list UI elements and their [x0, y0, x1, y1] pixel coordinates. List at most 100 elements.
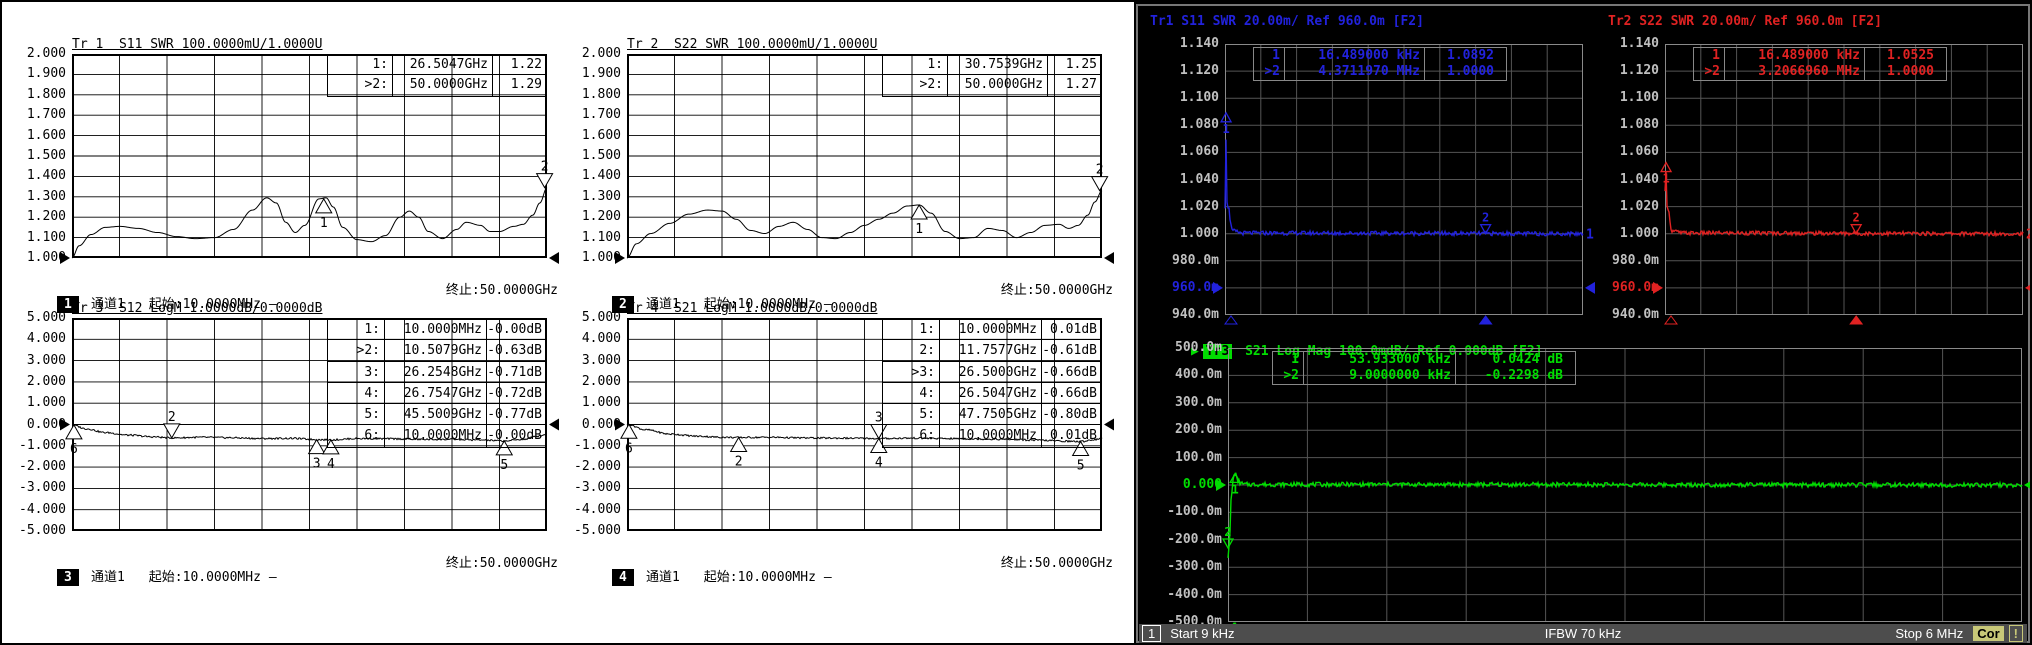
tr1-trace-header[interactable]: Tr1 S11 SWR 20.00m/ Ref 960.0m [F2] [1150, 14, 1424, 29]
y-tick-label: 100.0m [1164, 450, 1222, 466]
y-tick-label: 1.060 [1161, 144, 1219, 160]
y-tick-label: 1.200 [563, 209, 621, 225]
status-bar: 1Start 9 kHz IFBW 70 kHz Stop 6 MHzCor! [1139, 624, 2027, 643]
marker-readout-row: 6:10.0000MHz0.01dB [883, 425, 1101, 446]
status-start: Start 9 kHz [1170, 626, 1234, 641]
y-tick-label: 1.800 [563, 87, 621, 103]
y-tick-label: 1.000 [563, 395, 621, 411]
y-tick-label: 1.100 [1161, 90, 1219, 106]
y-tick-label: -100.0m [1164, 504, 1222, 520]
ref-level-arrow-right [1104, 419, 1114, 431]
y-tick-label: -5.000 [8, 523, 66, 539]
y-tick-label: 1.900 [8, 66, 66, 82]
channel-label: 通道1 [91, 297, 125, 312]
y-tick-label: 940.0m [1601, 307, 1659, 323]
channel-dash: — [269, 297, 277, 312]
marker-readout-row: 2:11.7577GHz-0.61dB [883, 340, 1101, 361]
y-tick-label: 980.0m [1161, 253, 1219, 269]
y-tick-label: 0.000 [8, 417, 66, 433]
chart-rt-tr2-s22: 1.1401.1201.1001.0801.0601.0401.0201.000… [1665, 44, 2023, 315]
y-tick-label: 1.000 [8, 250, 66, 266]
ref-level-arrow-right [1104, 252, 1114, 264]
channel-start: 起始:10.0000MHz [704, 297, 816, 312]
marker-glyph: 2 [731, 437, 747, 469]
y-tick-label: 1.700 [563, 107, 621, 123]
marker-readout-row: >29.0000000 kHz-0.2298 dB [1273, 368, 1575, 384]
analyzer-screen: Tr 1 S11 SWR 100.0000mU/1.0000U 2.000 1.9… [0, 0, 2032, 645]
marker-glyph: 1 [911, 205, 927, 237]
svg-text:3: 3 [313, 457, 321, 472]
y-tick-label: 1.900 [563, 66, 621, 82]
chart-tr3-s12-logm: Tr 3 S12 LogM 1.0000dB/0.0000dB 5.0004.0… [72, 318, 547, 531]
marker-readout: 1:30.7539GHz1.25>2:50.0000GHz1.27 [882, 54, 1102, 97]
chart-rt-tr1-s11: 1.1401.1201.1001.0801.0601.0401.0201.000… [1225, 44, 1583, 315]
y-tick-label: 3.000 [8, 353, 66, 369]
channel-bar-1: 1通道1起始:10.0000MHz—终止:50.0000GHz [10, 278, 558, 298]
svg-text:2: 2 [1482, 211, 1489, 225]
channel-start: 起始:10.0000MHz [704, 570, 816, 585]
y-tick-label: 1.020 [1601, 199, 1659, 215]
marker-readout-row: >23.2066960 MHz1.0000 [1694, 64, 1946, 80]
status-ifbw: IFBW 70 kHz [1545, 624, 1622, 643]
channel-label: 通道1 [646, 297, 680, 312]
marker-readout: 1:10.0000MHz-0.00dB>2:10.5079GHz-0.63dB3… [327, 318, 547, 448]
y-tick-label: -4.000 [8, 502, 66, 518]
y-tick-label: 2.000 [563, 46, 621, 62]
y-tick-label: -3.000 [563, 480, 621, 496]
y-axis-labels: 1.1401.1201.1001.0801.0601.0401.0201.000… [1601, 44, 1659, 315]
y-tick-label: 960.0m [1161, 280, 1219, 296]
y-tick-label: 940.0m [1161, 307, 1219, 323]
marker-readout-row: 1:10.0000MHz0.01dB [883, 319, 1101, 340]
svg-text:4: 4 [327, 457, 335, 472]
grid-lines [1665, 44, 2023, 315]
channel-stop: 终止:50.0000GHz [446, 279, 558, 298]
marker-readout-row: 116.489000 kHz1.0892 [1254, 48, 1506, 64]
y-tick-label: 1.100 [8, 230, 66, 246]
y-tick-label: 1.500 [8, 148, 66, 164]
y-tick-label: 200.0m [1164, 422, 1222, 438]
y-tick-label: 1.400 [563, 168, 621, 184]
y-tick-label: 1.020 [1161, 199, 1219, 215]
plot-area: 122 [1665, 44, 2023, 315]
y-tick-label: 980.0m [1601, 253, 1659, 269]
correction-indicator[interactable]: Cor [1973, 626, 2003, 641]
channel-stop: 终止:50.0000GHz [1001, 552, 1113, 571]
y-tick-label: 1.000 [1601, 226, 1659, 242]
left-panel: Tr 1 S11 SWR 100.0000mU/1.0000U 2.000 1.9… [2, 2, 1134, 645]
alert-indicator[interactable]: ! [2009, 625, 2023, 642]
svg-text:6: 6 [625, 441, 633, 456]
svg-text:2: 2 [1096, 163, 1104, 178]
channel-start: 起始:10.0000MHz [149, 570, 261, 585]
svg-text:2: 2 [541, 160, 549, 175]
tr2-trace-header[interactable]: Tr2 S22 SWR 20.00m/ Ref 960.0m [F2] [1608, 14, 1882, 29]
marker-readout-row: 6:10.0000MHz-0.00dB [328, 425, 546, 446]
marker-readout-row: >3:26.5000GHz-0.66dB [883, 362, 1101, 383]
marker-readout-row: 1:10.0000MHz-0.00dB [328, 319, 546, 340]
marker-readout: 153.933000 kHz0.0424 dB>29.0000000 kHz-0… [1272, 351, 1576, 385]
chart-title: Tr 1 S11 SWR 100.0000mU/1.0000U [72, 37, 322, 52]
y-tick-label: 1.080 [1601, 117, 1659, 133]
y-tick-label: 300.0m [1164, 395, 1222, 411]
channel-label: 通道1 [646, 570, 680, 585]
marker-readout: 116.489000 kHz1.0525>23.2066960 MHz1.000… [1693, 47, 1947, 81]
plot-area: 121 [1225, 44, 1583, 315]
y-tick-label: 1.060 [1601, 144, 1659, 160]
y-tick-label: 1.400 [8, 168, 66, 184]
channel-bar-3: 3通道1起始:10.0000MHz—终止:50.0000GHz [10, 551, 558, 571]
y-tick-label: 0.000 [563, 417, 621, 433]
y-tick-label: -300.0m [1164, 559, 1222, 575]
y-axis-labels: 1.1401.1201.1001.0801.0601.0401.0201.000… [1161, 44, 1219, 315]
marker-glyph: 2 [1481, 211, 1491, 234]
y-tick-label: 500.0m [1164, 340, 1222, 356]
marker-readout-row: 4:26.7547GHz-0.72dB [328, 383, 546, 404]
y-tick-label: -5.000 [563, 523, 621, 539]
svg-text:1: 1 [1222, 122, 1229, 136]
marker-readout-row: >2:10.5079GHz-0.63dB [328, 340, 546, 361]
marker-readout-row: 5:45.5009GHz-0.77dB [328, 404, 546, 425]
y-tick-label: 2.000 [563, 374, 621, 390]
channel-dash: — [269, 570, 277, 585]
y-tick-label: -400.0m [1164, 587, 1222, 603]
svg-text:1: 1 [320, 216, 328, 231]
y-tick-label: -1.000 [8, 438, 66, 454]
svg-text:6: 6 [70, 442, 78, 457]
